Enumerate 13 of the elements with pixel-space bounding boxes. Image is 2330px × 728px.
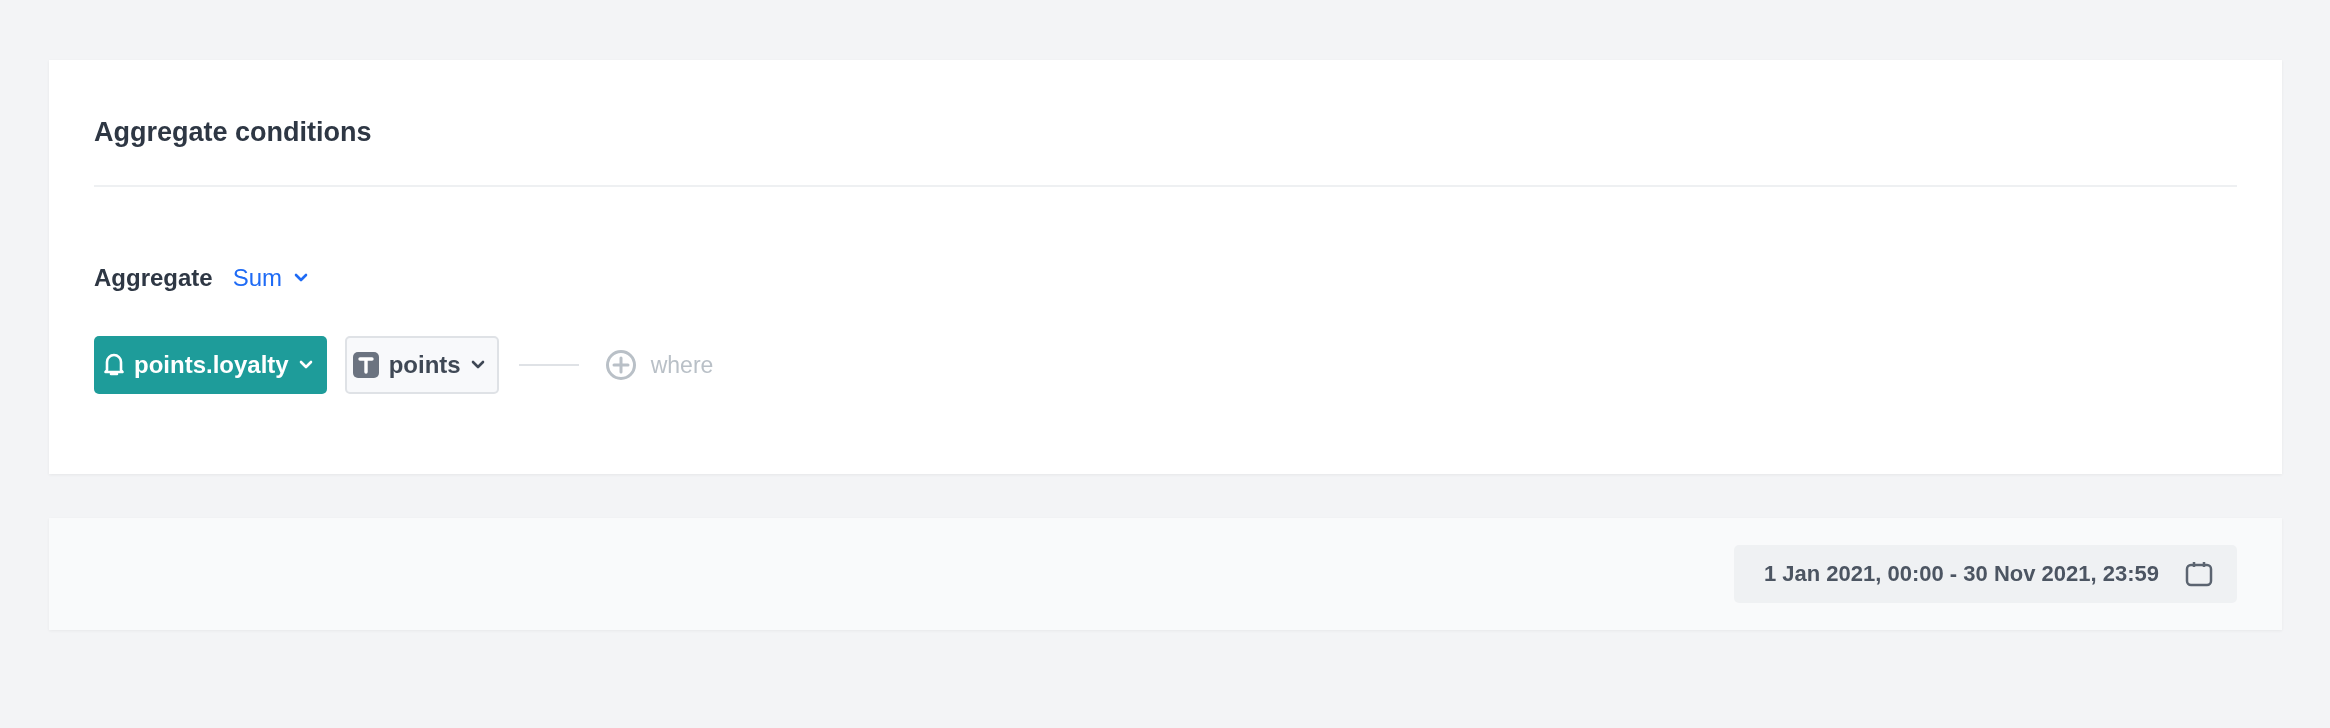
plus-circle-icon [604, 349, 637, 381]
chevron-icon [298, 360, 313, 370]
event-dropdown[interactable]: points.loyalty [94, 336, 327, 394]
attribute-dropdown[interactable]: points [344, 336, 499, 394]
date-range-button[interactable]: 1 Jan 2021, 00:00 - 30 Nov 2021, 23:59 [1733, 545, 2237, 603]
bell-icon [104, 352, 124, 378]
card-title: Aggregate conditions [94, 116, 373, 149]
chevron-icon [470, 360, 485, 370]
aggregate-label: Aggregate [94, 264, 213, 292]
text-type-icon [352, 352, 379, 378]
chevron-icon [294, 273, 309, 283]
calendar-icon [2185, 560, 2213, 588]
aggregate-dropdown[interactable]: Sum [232, 264, 309, 292]
